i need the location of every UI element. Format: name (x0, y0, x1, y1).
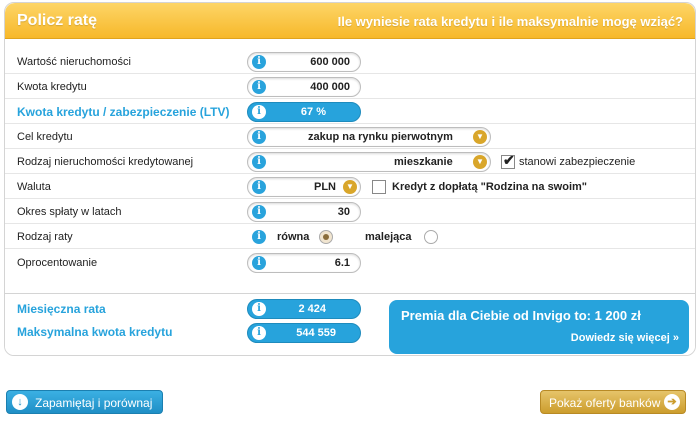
info-icon[interactable]: i (252, 326, 266, 340)
program-label: Kredyt z dopłatą "Rodzina na swoim" (392, 181, 588, 193)
property-value-value: 600 000 (310, 56, 350, 68)
radio-equal[interactable] (319, 230, 333, 244)
program-checkbox[interactable] (372, 180, 386, 194)
max-loan-value: 544 559 (296, 327, 336, 339)
row-property-value: Wartość nieruchomości i 600 000 (5, 50, 695, 74)
remember-compare-label: Zapamiętaj i porównaj (35, 396, 153, 410)
property-type-select[interactable]: i mieszkanie ▼ (247, 152, 491, 172)
check-icon: ✔ (503, 152, 515, 168)
chevron-down-icon[interactable]: ▼ (473, 130, 487, 144)
installment-type-label: Rodzaj raty (17, 231, 73, 243)
row-purpose: Cel kredytu i zakup na rynku pierwotnym … (5, 125, 695, 149)
currency-select[interactable]: i PLN ▼ (247, 177, 361, 197)
interest-label: Oprocentowanie (17, 257, 98, 269)
info-icon[interactable]: i (252, 302, 266, 316)
monthly-installment-display: i 2 424 (247, 299, 361, 319)
row-ltv: Kwota kredytu / zabezpieczenie (LTV) i 6… (5, 100, 695, 124)
results-section: Miesięczna rata i 2 424 Maksymalna kwota… (5, 293, 695, 355)
collateral-checkbox[interactable]: ✔ (501, 152, 515, 169)
show-bank-offers-button[interactable]: Pokaż oferty banków ➔ (540, 390, 686, 414)
property-value-label: Wartość nieruchomości (17, 56, 131, 68)
ltv-display: i 67 % (247, 102, 361, 122)
row-loan-amount: Kwota kredytu i 400 000 (5, 75, 695, 99)
info-icon[interactable]: i (252, 80, 266, 94)
property-type-label: Rodzaj nieruchomości kredytowanej (17, 156, 194, 168)
property-type-value: mieszkanie (394, 156, 453, 168)
calculator-subtitle: Ile wyniesie rata kredytu i ile maksymal… (337, 14, 683, 29)
loan-amount-input[interactable]: i 400 000 (247, 77, 361, 97)
row-property-type: Rodzaj nieruchomości kredytowanej i mies… (5, 150, 695, 174)
collateral-label: stanowi zabezpieczenie (519, 156, 636, 168)
currency-label: Waluta (17, 181, 51, 193)
term-label: Okres spłaty w latach (17, 206, 122, 218)
purpose-select[interactable]: i zakup na rynku pierwotnym ▼ (247, 127, 491, 147)
installment-option-equal[interactable]: równa (277, 231, 309, 243)
term-value: 30 (337, 206, 350, 218)
remember-compare-button[interactable]: ↓ Zapamiętaj i porównaj (6, 390, 163, 414)
ltv-label: Kwota kredytu / zabezpieczenie (LTV) (17, 105, 230, 119)
ltv-value: 67 % (300, 106, 326, 118)
promo-text: Premia dla Ciebie od Invigo to: 1 200 zł (401, 308, 641, 323)
max-loan-display: i 544 559 (247, 323, 361, 343)
property-value-input[interactable]: i 600 000 (247, 52, 361, 72)
interest-input[interactable]: i 6.1 (247, 253, 361, 273)
row-term: Okres spłaty w latach i 30 (5, 200, 695, 224)
term-input[interactable]: i 30 (247, 202, 361, 222)
calculator-title: Policz ratę (17, 12, 98, 29)
purpose-value: zakup na rynku pierwotnym (308, 131, 453, 143)
info-icon[interactable]: i (252, 180, 266, 194)
max-loan-label: Maksymalna kwota kredytu (17, 325, 173, 339)
arrow-down-icon: ↓ (12, 394, 28, 410)
row-interest: Oprocentowanie i 6.1 (5, 251, 695, 275)
installment-option-decreasing[interactable]: malejąca (365, 231, 411, 243)
currency-value: PLN (314, 181, 336, 193)
info-icon[interactable]: i (252, 205, 266, 219)
monthly-installment-value: 2 424 (298, 303, 326, 315)
info-icon[interactable]: i (252, 130, 266, 144)
info-icon[interactable]: i (252, 105, 266, 119)
arrow-right-icon: ➔ (664, 394, 680, 410)
calculator-card: Policz ratę Ile wyniesie rata kredytu i … (4, 2, 696, 356)
loan-amount-value: 400 000 (310, 81, 350, 93)
chevron-down-icon[interactable]: ▼ (473, 155, 487, 169)
info-icon[interactable]: i (252, 230, 266, 244)
row-installment-type: Rodzaj raty i równa malejąca (5, 225, 695, 249)
chevron-down-icon[interactable]: ▼ (343, 180, 357, 194)
info-icon[interactable]: i (252, 55, 266, 69)
monthly-installment-label: Miesięczna rata (17, 302, 106, 316)
promo-banner: Premia dla Ciebie od Invigo to: 1 200 zł… (389, 300, 689, 354)
interest-value: 6.1 (334, 257, 350, 269)
info-icon[interactable]: i (252, 256, 266, 270)
radio-decreasing[interactable] (424, 230, 438, 244)
row-currency: Waluta i PLN ▼ Kredyt z dopłatą "Rodzina… (5, 175, 695, 199)
loan-amount-label: Kwota kredytu (17, 81, 87, 93)
calculator-header: Policz ratę Ile wyniesie rata kredytu i … (5, 3, 695, 39)
promo-link[interactable]: Dowiedz się więcej » (571, 332, 679, 344)
purpose-label: Cel kredytu (17, 131, 73, 143)
info-icon[interactable]: i (252, 155, 266, 169)
show-bank-offers-label: Pokaż oferty banków (549, 396, 661, 410)
